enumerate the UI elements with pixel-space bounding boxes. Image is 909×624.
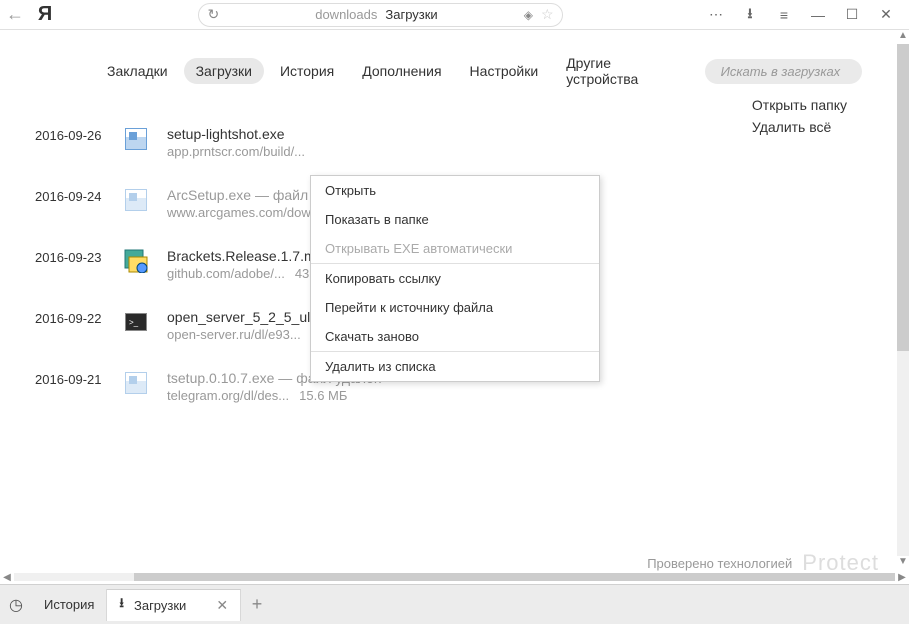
download-row[interactable]: 2016-09-26 setup-lightshot.exe app.prnts… [35, 112, 862, 173]
address-prefix: downloads [315, 7, 377, 22]
tab-label: Загрузки [134, 598, 186, 613]
bottom-tabbar: ◷ История ⭳ Загрузки ✕ + [0, 584, 909, 624]
tab-downloads[interactable]: ⭳ Загрузки ✕ [107, 589, 241, 621]
ctx-remove-from-list[interactable]: Удалить из списка [311, 352, 599, 381]
download-source: open-server.ru/dl/e93... [167, 327, 301, 342]
search-input[interactable]: Искать в загрузках [705, 59, 862, 84]
download-size: 15.6 МБ [299, 388, 347, 403]
titlebar: ← Я ↻ downloads Загрузки ◈ ☆ ⋯ ⭳ ≡ — ☐ ✕ [0, 0, 909, 30]
close-button[interactable]: ✕ [871, 0, 901, 30]
yandex-logo[interactable]: Я [30, 3, 60, 26]
reload-icon[interactable]: ↻ [207, 6, 219, 23]
nav-downloads[interactable]: Загрузки [184, 58, 264, 84]
download-date: 2016-09-21 [35, 370, 105, 387]
download-source: app.prntscr.com/build/... [167, 144, 305, 159]
download-date: 2016-09-24 [35, 187, 105, 204]
scroll-right-icon[interactable]: ▶ [895, 572, 909, 583]
download-icon: ⭳ [119, 594, 124, 616]
tab-label: История [44, 597, 94, 612]
file-icon [123, 187, 149, 213]
delete-all-link[interactable]: Удалить всё [752, 116, 847, 138]
shield-icon[interactable]: ◈ [524, 8, 533, 22]
file-icon [123, 126, 149, 152]
download-date: 2016-09-22 [35, 309, 105, 326]
download-source: github.com/adobe/... [167, 266, 285, 281]
content-area: Закладки Загрузки История Дополнения Нас… [0, 30, 897, 584]
scroll-up-icon[interactable]: ▲ [897, 30, 909, 44]
nav-settings[interactable]: Настройки [458, 58, 551, 84]
tab-close-icon[interactable]: ✕ [216, 597, 228, 614]
ctx-auto-open-exe: Открывать EXE автоматически [311, 234, 599, 263]
ctx-open[interactable]: Открыть [311, 176, 599, 205]
console-icon [123, 309, 149, 335]
maximize-button[interactable]: ☐ [837, 0, 867, 30]
scroll-down-icon[interactable]: ▼ [897, 556, 909, 570]
nav-history[interactable]: История [268, 58, 346, 84]
ctx-redownload[interactable]: Скачать заново [311, 322, 599, 351]
context-menu: Открыть Показать в папке Открывать EXE а… [310, 175, 600, 382]
address-bar[interactable]: ↻ downloads Загрузки ◈ ☆ [198, 3, 562, 27]
verified-label: Проверено технологией [647, 556, 792, 571]
file-icon [123, 370, 149, 396]
vertical-scrollbar[interactable]: ▲ ▼ [897, 30, 909, 570]
minimize-button[interactable]: — [803, 0, 833, 30]
bookmark-star-icon[interactable]: ☆ [541, 6, 554, 23]
nav-other-devices[interactable]: Другие устройства [554, 50, 696, 92]
back-button[interactable]: ← [0, 4, 30, 25]
nav-bookmarks[interactable]: Закладки [95, 58, 180, 84]
tab-history[interactable]: История [32, 589, 107, 621]
download-date: 2016-09-26 [35, 126, 105, 143]
download-date: 2016-09-23 [35, 248, 105, 265]
side-actions: Открыть папку Удалить всё [752, 94, 847, 138]
open-folder-link[interactable]: Открыть папку [752, 94, 847, 116]
brackets-icon [123, 248, 149, 274]
menu-icon[interactable]: ≡ [769, 0, 799, 30]
new-tab-button[interactable]: + [241, 594, 273, 615]
ctx-go-to-source[interactable]: Перейти к источнику файла [311, 293, 599, 322]
scroll-thumb[interactable] [897, 44, 909, 351]
ctx-show-in-folder[interactable]: Показать в папке [311, 205, 599, 234]
nav-addons[interactable]: Дополнения [350, 58, 453, 84]
downloads-icon[interactable]: ⭳ [735, 0, 765, 30]
clock-icon[interactable]: ◷ [0, 595, 32, 615]
horizontal-scrollbar[interactable]: ◀ ▶ [0, 570, 909, 584]
download-source: www.arcgames.com/dow... [167, 205, 321, 220]
download-source: telegram.org/dl/des... [167, 388, 289, 403]
ctx-copy-link[interactable]: Копировать ссылку [311, 264, 599, 293]
address-title: Загрузки [385, 7, 437, 22]
scroll-thumb[interactable] [134, 573, 895, 581]
scroll-left-icon[interactable]: ◀ [0, 572, 14, 583]
more-icon[interactable]: ⋯ [701, 0, 731, 30]
